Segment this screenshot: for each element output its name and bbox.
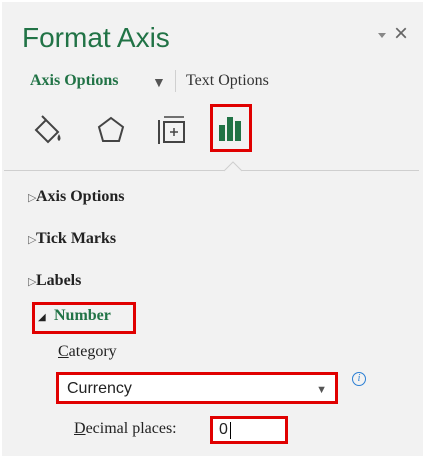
category-label: Category: [58, 343, 117, 360]
expanded-arrow-icon[interactable]: ◢: [38, 312, 46, 323]
pane-title: Format Axis: [22, 22, 170, 53]
tab-divider: [175, 70, 176, 92]
decimal-places-value: 0: [219, 421, 228, 438]
chevron-down-icon[interactable]: [376, 30, 388, 42]
header-divider: [4, 170, 419, 171]
bar-chart-icon: [219, 117, 241, 141]
decimal-places-label: Decimal places:: [74, 420, 177, 437]
selected-tab-pointer: [224, 161, 242, 172]
category-select[interactable]: Currency ▼: [56, 372, 338, 404]
section-number[interactable]: Number: [54, 307, 111, 325]
text-cursor: [230, 422, 231, 439]
effects-icon[interactable]: [92, 110, 130, 150]
decimal-places-input[interactable]: 0: [210, 416, 288, 444]
size-properties-icon[interactable]: [152, 110, 190, 150]
axis-options-icon[interactable]: [210, 104, 252, 152]
fill-line-icon[interactable]: [28, 110, 66, 150]
tab-axis-options-dropdown-icon[interactable]: ▼: [152, 74, 166, 90]
section-labels[interactable]: Labels: [36, 272, 81, 290]
info-icon[interactable]: i: [352, 372, 366, 386]
section-axis-options[interactable]: Axis Options: [36, 188, 124, 206]
chevron-down-icon[interactable]: ▼: [316, 384, 327, 396]
tab-text-options[interactable]: Text Options: [186, 72, 269, 90]
tab-axis-options[interactable]: Axis Options: [30, 72, 118, 90]
section-tick-marks[interactable]: Tick Marks: [36, 230, 116, 248]
category-select-value: Currency: [67, 380, 132, 397]
close-icon[interactable]: ×: [394, 20, 408, 48]
